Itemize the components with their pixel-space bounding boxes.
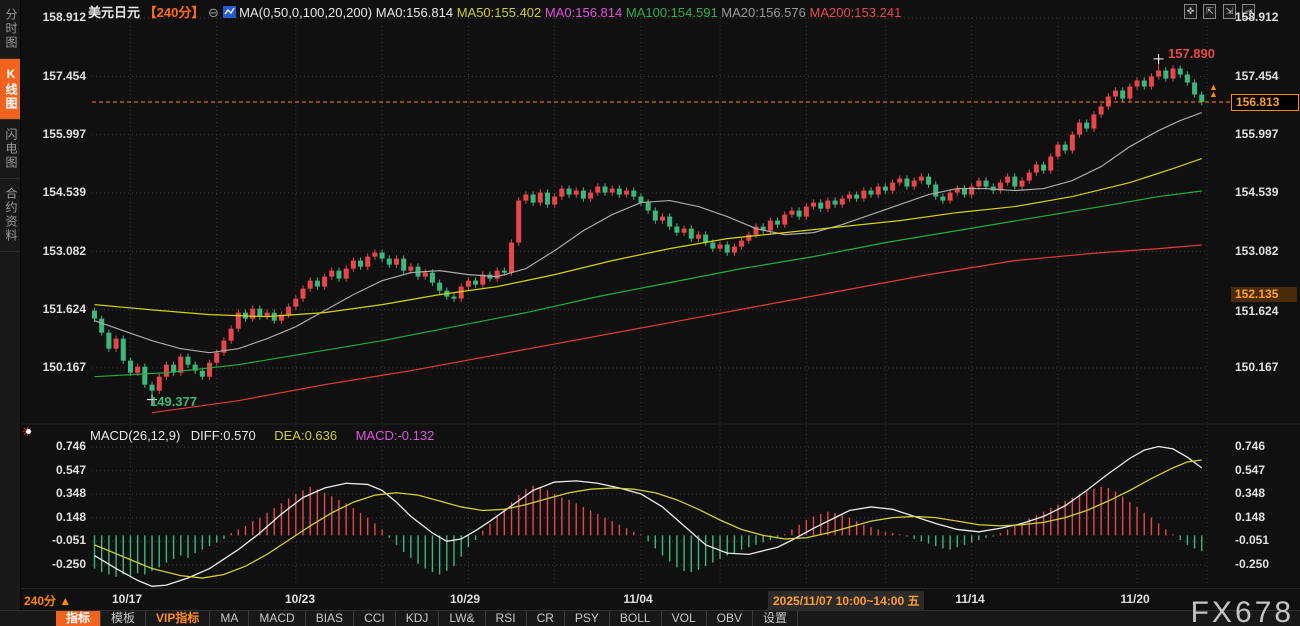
macd-tick-left: 0.348 <box>20 486 86 500</box>
date-tick: 11/14 <box>955 592 984 606</box>
low-price-label: 149.377 <box>150 394 197 409</box>
chart-header: 美元日元 【240分】 ⊖ MA(0,50,0,100,20,200) MA0:… <box>88 2 901 21</box>
ma50-value: MA50:155.402 <box>457 5 542 20</box>
macd-tick-right: -0.051 <box>1235 533 1300 547</box>
macd-tick-left: -0.051 <box>20 533 86 547</box>
period-badge[interactable]: 【240分】 <box>144 5 205 20</box>
tab-vip-indicator[interactable]: VIP指标 <box>146 611 210 626</box>
ma0-value: MA0:156.814 <box>376 5 453 20</box>
ma20-value: MA20:156.576 <box>721 5 806 20</box>
ma100-value: MA100:154.591 <box>626 5 718 20</box>
date-tick: 10/29 <box>450 592 480 606</box>
macd-tick-right: 0.746 <box>1235 439 1300 453</box>
price-tick-right: 157.454 <box>1235 69 1300 83</box>
collapse-icon[interactable]: ⊖ <box>208 5 219 20</box>
macd-dea-value: DEA:0.636 <box>274 428 337 443</box>
selected-bar-datetime: 2025/11/07 10:00~14:00 五 <box>768 591 924 610</box>
price-tick-right: 155.997 <box>1235 127 1300 141</box>
macd-tick-right: 0.547 <box>1235 463 1300 477</box>
symbol-title: 美元日元 <box>88 5 140 20</box>
tab-bias[interactable]: BIAS <box>306 611 354 626</box>
tab-indicator[interactable]: 指标 <box>56 611 101 626</box>
tab-kdj[interactable]: KDJ <box>396 611 440 626</box>
fx678-watermark: FX678 <box>1191 596 1294 626</box>
chart-canvas[interactable] <box>0 0 1300 626</box>
secondary-price-box: 152.135 <box>1231 287 1297 302</box>
tab-vol[interactable]: VOL <box>662 611 707 626</box>
date-tick: 11/20 <box>1120 592 1149 606</box>
price-tick-left: 151.624 <box>20 302 86 316</box>
date-tick: 11/04 <box>623 592 652 606</box>
tab-obv[interactable]: OBV <box>707 611 753 626</box>
tab-ma[interactable]: MA <box>210 611 249 626</box>
tab-macd[interactable]: MACD <box>249 611 305 626</box>
price-tick-right: 158.912 <box>1235 10 1300 24</box>
indicator-settings-icon[interactable]: ✳ <box>22 426 36 440</box>
tab-cci[interactable]: CCI <box>354 611 396 626</box>
price-tick-left: 150.167 <box>20 360 86 374</box>
macd-value: MACD:-0.132 <box>356 428 435 443</box>
macd-tick-left: -0.250 <box>20 557 86 571</box>
price-tick-left: 155.997 <box>20 127 86 141</box>
price-tick-left: 154.539 <box>20 185 86 199</box>
price-tick-left: 153.082 <box>20 244 86 258</box>
ma-indicator-icon[interactable] <box>223 6 236 18</box>
indicator-toolbar: 指标 模板 VIP指标 MA MACD BIAS CCI KDJ LW& RSI… <box>0 610 1300 626</box>
date-tick: 10/17 <box>112 592 142 606</box>
price-tick-left: 157.454 <box>20 69 86 83</box>
tab-rsi[interactable]: RSI <box>486 611 527 626</box>
macd-title: MACD(26,12,9) <box>90 428 180 443</box>
time-axis: 240分 ▲ 10/17 10/23 10/29 11/04 2025/11/0… <box>20 588 1300 611</box>
left-sidebar: 分时图 K线图 闪电图 合约资料 <box>0 0 21 626</box>
tab-cr[interactable]: CR <box>527 611 565 626</box>
scale-y-axis-icon[interactable]: ⇱ <box>1203 4 1216 19</box>
trading-app: 分时图 K线图 闪电图 合约资料 美元日元 【240分】 ⊖ MA(0,50,0… <box>0 0 1300 626</box>
sidebar-item-kline[interactable]: K线图 <box>0 59 20 120</box>
macd-tick-right: -0.250 <box>1235 557 1300 571</box>
ma-formula: MA(0,50,0,100,20,200) <box>239 5 372 20</box>
macd-tick-right: 0.148 <box>1235 510 1300 524</box>
move-tool-icon[interactable]: ✜ <box>1184 4 1197 19</box>
price-tick-right: 151.624 <box>1235 304 1300 318</box>
period-selector[interactable]: 240分 ▲ <box>24 592 71 609</box>
sidebar-item-contract-info[interactable]: 合约资料 <box>0 179 20 252</box>
macd-tick-left: 0.746 <box>20 439 86 453</box>
date-tick: 10/23 <box>285 592 315 606</box>
price-tick-right: 150.167 <box>1235 360 1300 374</box>
macd-tick-left: 0.148 <box>20 510 86 524</box>
macd-diff-value: DIFF:0.570 <box>191 428 256 443</box>
price-tick-right: 154.539 <box>1235 185 1300 199</box>
tab-lwr[interactable]: LW& <box>439 611 485 626</box>
tab-template[interactable]: 模板 <box>101 611 146 626</box>
ma0b-value: MA0:156.814 <box>545 5 622 20</box>
price-tick-right: 153.082 <box>1235 244 1300 258</box>
current-price-box[interactable]: 156.813 <box>1231 94 1299 111</box>
tab-psy[interactable]: PSY <box>565 611 610 626</box>
sidebar-item-lightning[interactable]: 闪电图 <box>0 120 20 179</box>
ma200-value: MA200:153.241 <box>810 5 902 20</box>
sidebar-item-timechart[interactable]: 分时图 <box>0 0 20 59</box>
macd-tick-right: 0.348 <box>1235 486 1300 500</box>
scale-x-axis-icon[interactable]: ⇲ <box>1223 4 1236 19</box>
macd-header: MACD(26,12,9) DIFF:0.570 DEA:0.636 MACD:… <box>90 427 448 445</box>
high-price-label: 157.890 <box>1168 46 1215 61</box>
macd-tick-left: 0.547 <box>20 463 86 477</box>
tab-boll[interactable]: BOLL <box>610 611 662 626</box>
price-tick-left: 158.912 <box>20 10 86 24</box>
tab-settings[interactable]: 设置 <box>753 611 798 626</box>
price-up-arrow-icon: ▲▲ <box>1209 84 1218 98</box>
